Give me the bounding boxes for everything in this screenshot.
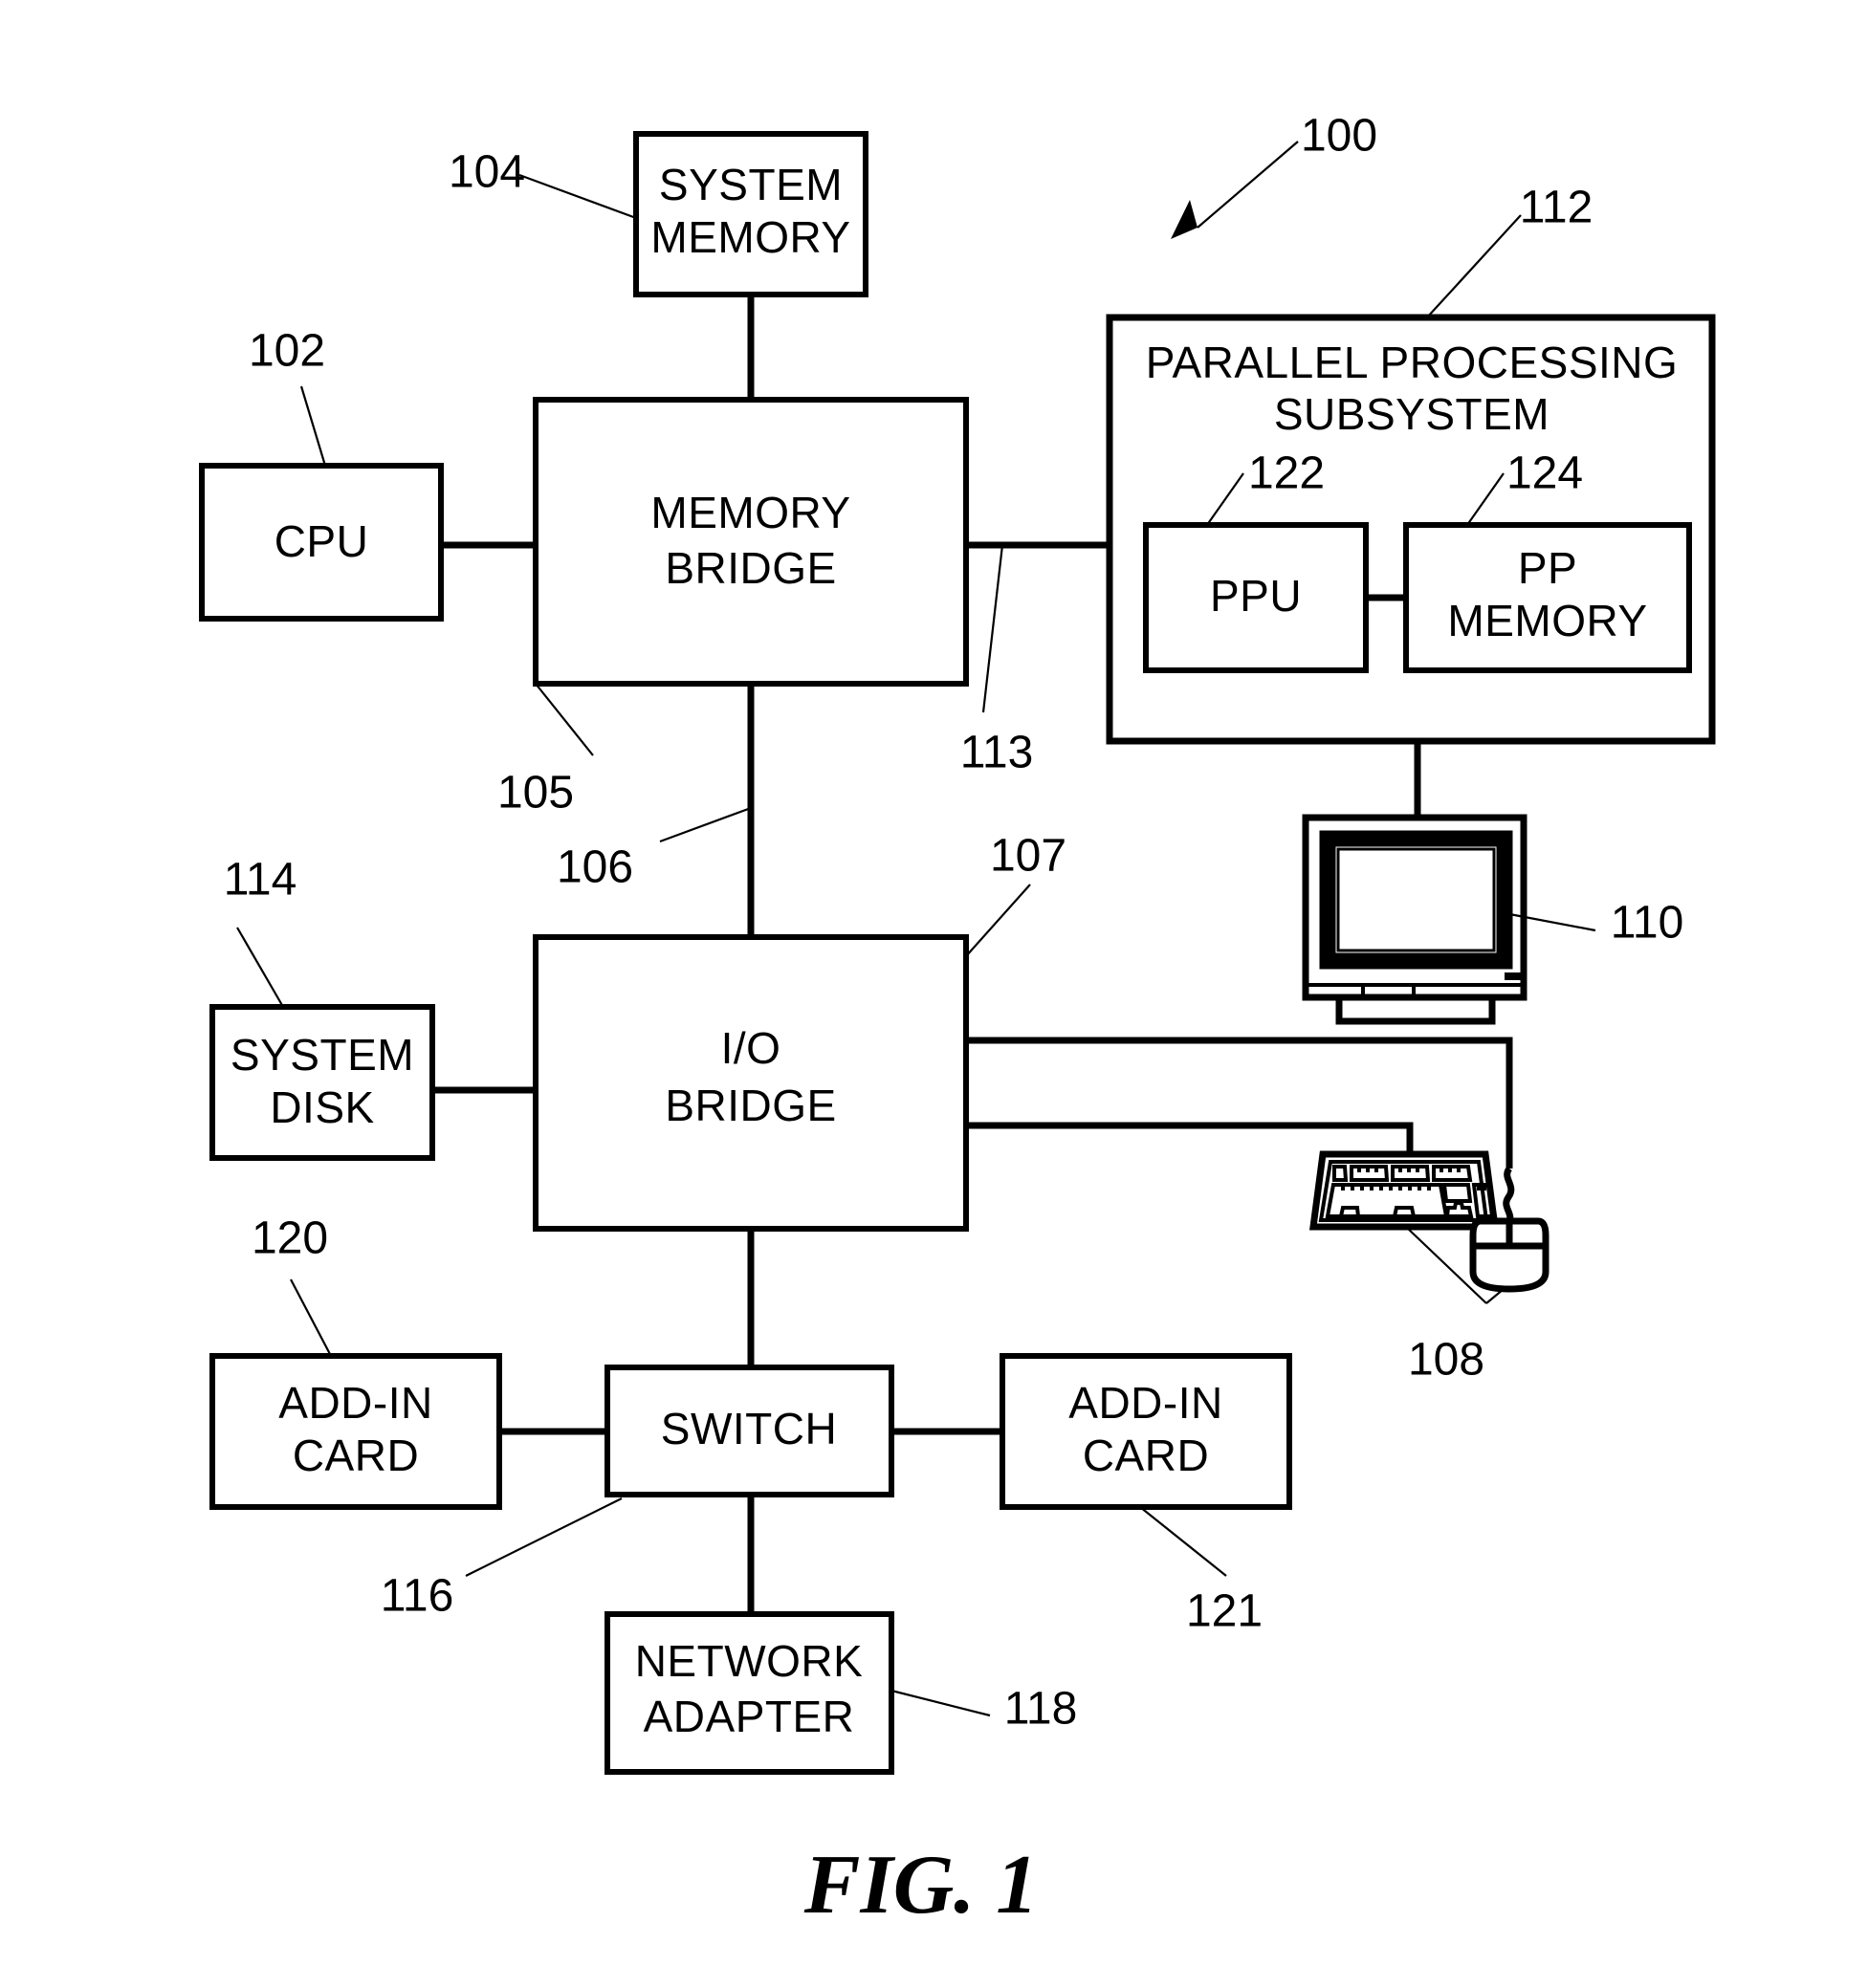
monitor-icon (1302, 814, 1527, 1025)
connector-io-bridge-to-mouse (966, 1037, 1513, 1169)
ref-124: 124 (1506, 448, 1583, 499)
block-add-in-card-right: ADD-IN CARD (1000, 1353, 1292, 1510)
network-adapter-label-line2: ADAPTER (644, 1692, 855, 1741)
io-bridge-label-line2: BRIDGE (665, 1081, 836, 1130)
patent-figure-page: SYSTEM MEMORY CPU MEMORY BRIDGE PARALLEL… (0, 0, 1868, 1988)
ref-callout-102: 102 (249, 326, 327, 467)
ref-112: 112 (1520, 183, 1593, 233)
system-disk-label-line2: DISK (270, 1082, 374, 1132)
add-in-card-right-label-line2: CARD (1083, 1431, 1209, 1480)
ref-116: 116 (381, 1571, 454, 1622)
ref-122: 122 (1248, 448, 1325, 499)
ref-110: 110 (1611, 898, 1684, 949)
block-system-memory: SYSTEM MEMORY (633, 131, 868, 297)
add-in-card-left-label-line1: ADD-IN (278, 1378, 432, 1428)
system-memory-label-line2: MEMORY (650, 212, 850, 262)
keyboard-icon (1309, 1150, 1499, 1231)
pp-memory-label-line1: PP (1518, 543, 1577, 593)
ref-callout-105: 105 (497, 683, 594, 819)
ref-callout-107: 107 (965, 831, 1066, 957)
system-disk-label-line1: SYSTEM (231, 1030, 414, 1080)
pp-memory-label-line2: MEMORY (1447, 596, 1647, 645)
block-add-in-card-left: ADD-IN CARD (209, 1353, 502, 1510)
add-in-card-left-label-line2: CARD (293, 1431, 419, 1480)
memory-bridge-label-line1: MEMORY (650, 488, 850, 537)
ref-100: 100 (1301, 111, 1377, 162)
ref-callout-118: 118 (890, 1684, 1078, 1735)
ppu-label: PPU (1210, 571, 1302, 621)
ref-callout-121: 121 (1139, 1506, 1263, 1637)
ref-callout-116: 116 (381, 1497, 623, 1622)
ref-121: 121 (1186, 1586, 1263, 1637)
ref-104: 104 (449, 147, 525, 198)
ref-106: 106 (557, 842, 633, 893)
ref-113: 113 (960, 728, 1034, 778)
ref-callout-110: 110 (1504, 898, 1684, 949)
cpu-label: CPU (275, 516, 369, 566)
block-switch: SWITCH (604, 1365, 894, 1497)
ref-callout-120: 120 (252, 1213, 332, 1357)
system-block-diagram: SYSTEM MEMORY CPU MEMORY BRIDGE PARALLEL… (199, 111, 1716, 1932)
ref-102: 102 (249, 326, 325, 377)
io-bridge-label-line1: I/O (721, 1023, 781, 1073)
system-memory-label-line1: SYSTEM (659, 160, 843, 209)
ref-callout-112: 112 (1426, 183, 1593, 318)
block-pp-memory: PP MEMORY (1403, 522, 1692, 673)
add-in-card-right-label-line1: ADD-IN (1068, 1378, 1222, 1428)
pps-label-line1: PARALLEL PROCESSING (1146, 338, 1679, 387)
ref-118: 118 (1004, 1684, 1078, 1735)
ref-callout-114: 114 (224, 855, 297, 1008)
ref-callout-104: 104 (449, 147, 637, 220)
block-network-adapter: NETWORK ADAPTER (604, 1611, 894, 1775)
block-cpu: CPU (199, 463, 444, 622)
block-ppu: PPU (1143, 522, 1369, 673)
block-memory-bridge: MEMORY BRIDGE (533, 397, 969, 687)
network-adapter-label-line1: NETWORK (635, 1636, 864, 1686)
figure-caption: FIG. 1 (803, 1839, 1039, 1932)
system-arrowhead (1171, 200, 1198, 239)
ref-105: 105 (497, 768, 574, 819)
block-parallel-processing-subsystem: PARALLEL PROCESSING SUBSYSTEM PPU PP MEM… (1106, 314, 1716, 745)
pps-label-line2: SUBSYSTEM (1274, 389, 1549, 439)
ref-callout-106: 106 (557, 806, 752, 893)
switch-label: SWITCH (661, 1404, 837, 1453)
block-io-bridge: I/O BRIDGE (533, 934, 969, 1232)
ref-114: 114 (224, 855, 297, 906)
block-system-disk: SYSTEM DISK (209, 1004, 435, 1161)
ref-108: 108 (1408, 1335, 1484, 1386)
memory-bridge-label-line2: BRIDGE (665, 543, 836, 593)
ref-107: 107 (990, 831, 1066, 882)
ref-callout-113: 113 (960, 544, 1034, 778)
ref-120: 120 (252, 1213, 328, 1264)
ref-callout-100: 100 (1171, 111, 1377, 239)
